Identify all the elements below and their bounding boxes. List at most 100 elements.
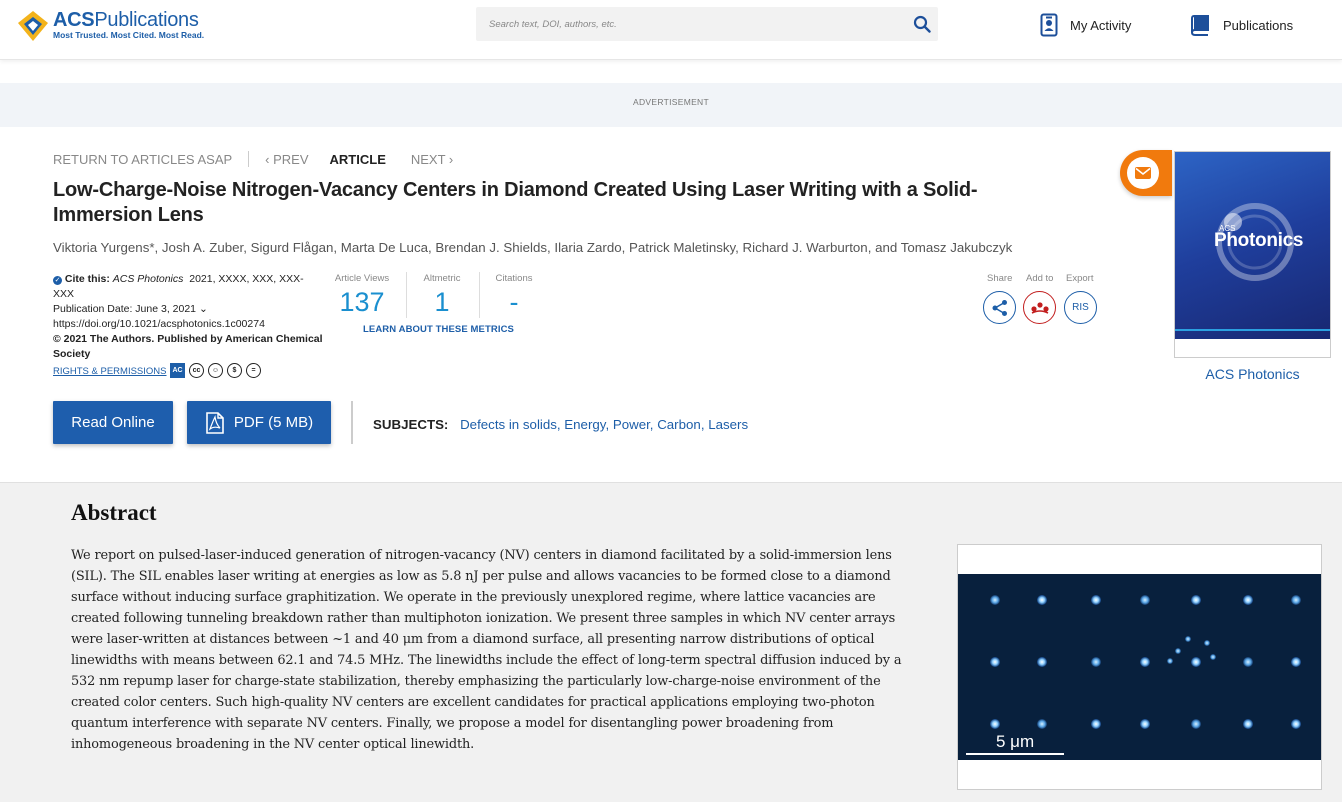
advertisement-bar: ADVERTISEMENT [0,83,1342,127]
nv-center-spot [1091,657,1101,667]
prev-link[interactable]: ‹ PREV [265,152,308,167]
nv-center-spot [1037,719,1047,729]
cc-icon: cc [189,363,204,378]
nav-my-activity[interactable]: My Activity [1040,12,1131,38]
subject-link[interactable]: Defects in solids [460,417,557,432]
nv-center-spot [1037,595,1047,605]
nv-center-spot [1167,658,1173,664]
advertisement-label: ADVERTISEMENT [632,97,709,107]
cite-this-line[interactable]: ✓ Cite this: ACS Photonics 2021, XXXX, X… [53,272,323,302]
share-icon [992,299,1007,316]
nv-center-spot [1185,636,1191,642]
book-icon [1190,15,1209,36]
subject-link[interactable]: Energy [564,417,605,432]
doi-link[interactable]: https://doi.org/10.1021/acsphotonics.1c0… [53,317,323,332]
cover-footer [1175,339,1330,357]
acs-logo[interactable]: ACSPublications Most Trusted. Most Cited… [16,8,206,44]
altmetric-value: 1 [434,287,450,317]
search-input[interactable] [476,7,896,41]
nav-publications-label: Publications [1223,17,1294,33]
noderivs-icon: = [246,363,261,378]
cover-title: Photonics [1214,230,1304,251]
altmetric-label: Altmetric [423,273,461,284]
logo-tagline: Most Trusted. Most Cited. Most Read. [53,30,205,40]
metric-divider [406,272,407,318]
nv-center-spot [1091,719,1101,729]
nv-center-spot [1191,719,1201,729]
nv-center-spot [1037,657,1047,667]
article-navigation: RETURN TO ARTICLES ASAP ‹ PREV ARTICLE N… [53,151,453,167]
article-views-value: 137 [339,287,385,317]
mendeley-icon [1030,301,1049,314]
article-title: Low-Charge-Noise Nitrogen-Vacancy Center… [53,179,978,226]
citations-label: Citations [495,273,533,284]
ac-license-icon[interactable]: AC [170,363,185,378]
nv-center-spot [1140,719,1150,729]
publication-date[interactable]: Publication Date: June 3, 2021 ⌄ [53,302,323,317]
chevron-left-icon: ‹ [265,151,274,167]
nv-center-micrograph: 5 μm [958,574,1321,760]
author-list[interactable]: Viktoria Yurgens*, Josh A. Zuber, Sigurd… [53,240,1012,255]
add-to-label: Add to [1026,273,1054,284]
logo-text: ACSPublications [53,9,199,31]
subject-link[interactable]: Carbon [657,417,701,432]
next-link[interactable]: NEXT › [411,152,453,167]
nv-center-spot [1243,595,1253,605]
license-icons: AC cc ☺ $ = [170,363,261,378]
nv-center-spot [1204,640,1210,646]
return-to-asap-link[interactable]: RETURN TO ARTICLES ASAP [53,152,232,167]
nv-center-spot [990,657,1000,667]
export-ris-button[interactable]: RIS [1064,291,1097,324]
by-attribution-icon: ☺ [208,363,223,378]
noncommercial-icon: $ [227,363,242,378]
citations-value: - [509,287,519,317]
altmetric-metric[interactable]: Altmetric 1 [417,273,467,318]
user-badge-icon [1040,13,1058,37]
search-box [476,7,938,41]
metric-divider [479,272,480,318]
verified-check-icon: ✓ [53,276,62,285]
pdf-download-button[interactable]: PDF (5 MB) [187,401,331,444]
nv-center-spot [1243,657,1253,667]
acs-shield-icon [18,11,48,41]
search-icon[interactable] [913,15,931,33]
email-icon-container [1127,157,1159,189]
nv-center-spot [1191,595,1201,605]
abstract-text: We report on pulsed-laser-induced genera… [71,548,902,752]
pdf-icon [206,411,224,434]
nav-publications[interactable]: Publications [1189,12,1293,38]
learn-metrics-link[interactable]: LEARN ABOUT THESE METRICS [363,324,514,335]
add-to-mendeley-button[interactable] [1023,291,1056,324]
citations-metric: Citations - [489,273,539,318]
journal-cover[interactable]: ACS Photonics [1174,151,1331,358]
abstract-heading: Abstract [71,500,157,525]
scale-bar [966,753,1064,755]
nv-center-spot [990,595,1000,605]
nv-center-spot [1243,719,1253,729]
pdf-button-label: PDF (5 MB) [233,414,314,431]
article-views-label: Article Views [334,273,390,284]
site-header: ACSPublications Most Trusted. Most Cited… [0,0,1342,60]
read-online-button[interactable]: Read Online [53,401,173,444]
chevron-down-icon: ⌄ [198,303,208,315]
subject-link[interactable]: Power [613,417,650,432]
export-label: Export [1066,273,1094,284]
nv-center-spot [1140,595,1150,605]
nv-center-spot [990,719,1000,729]
email-alert-tab[interactable] [1120,150,1172,196]
article-views-metric: Article Views 137 [333,273,391,318]
toc-graphic[interactable]: 5 μm [957,544,1322,790]
subject-link[interactable]: Lasers [708,417,748,432]
copyright-notice: © 2021 The Authors. Published by America… [53,333,323,360]
current-article-label: ARTICLE [329,151,386,167]
nv-center-spot [1175,648,1181,654]
nv-center-spot [1140,657,1150,667]
nv-center-spot [1191,657,1201,667]
chevron-right-icon: › [445,151,454,167]
cover-art [1175,203,1330,331]
nv-center-spot [1291,595,1301,605]
share-label: Share [987,273,1013,284]
share-button[interactable] [983,291,1016,324]
journal-name-link[interactable]: ACS Photonics [1174,366,1331,382]
subjects-list: SUBJECTS: Defects in solids, Energy, Pow… [373,417,749,432]
